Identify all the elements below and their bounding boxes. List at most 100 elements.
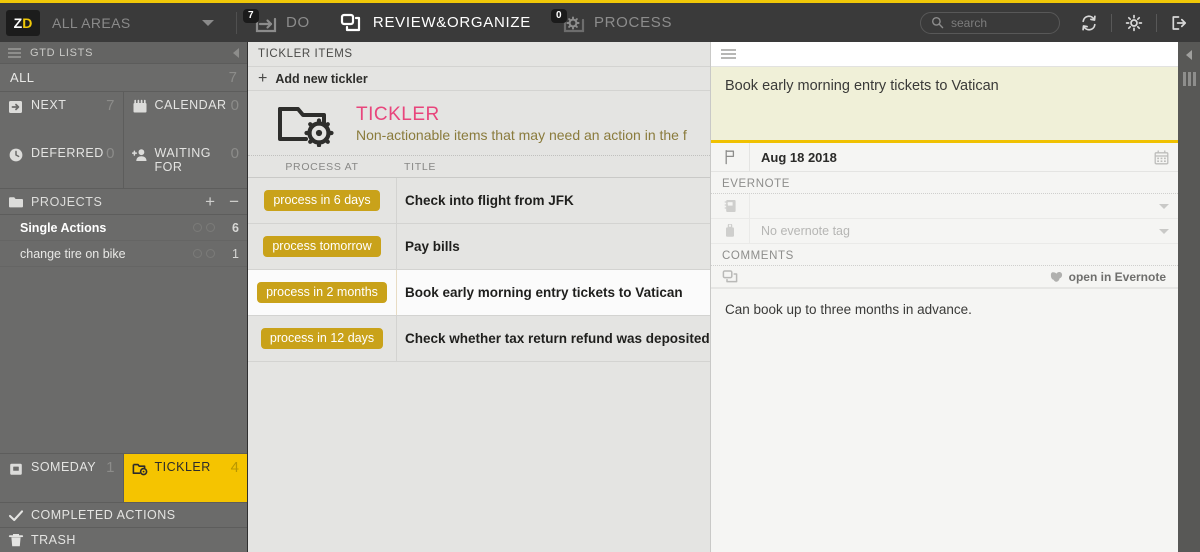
sidebar-item-calendar-count: 0	[230, 97, 239, 114]
trash-icon	[8, 533, 24, 548]
project-row-single-actions[interactable]: Single Actions 6	[0, 215, 247, 241]
table-row[interactable]: process tomorrow Pay bills	[248, 224, 710, 270]
sidebar-item-all-count: 7	[228, 69, 237, 86]
sidebar-bottom-section: SOMEDAY 1 TICKLER 4 COMPLETED ACTIONS TR…	[0, 453, 247, 552]
chevron-down-icon[interactable]	[1150, 228, 1178, 234]
chevron-down-icon[interactable]	[1150, 203, 1178, 209]
project-row-change-tire-on-bike[interactable]: change tire on bike 1	[0, 241, 247, 267]
person-plus-icon	[131, 147, 148, 163]
open-in-evernote-label: open in Evernote	[1068, 269, 1166, 284]
add-project-button[interactable]: +	[205, 193, 215, 210]
tickler-title: Check into flight from JFK	[396, 178, 710, 223]
sidebar-item-someday[interactable]: SOMEDAY 1	[0, 454, 124, 502]
main-body: GTD LISTS ALL 7 NEXT 7 CALENDAR 0 DEFERR…	[0, 42, 1200, 552]
projects-header-label: PROJECTS	[31, 194, 103, 209]
sidebar-item-completed-actions-label: COMPLETED ACTIONS	[31, 508, 176, 522]
sidebar-item-tickler-count: 4	[230, 459, 239, 476]
detail-date-row[interactable]: Aug 18 2018	[711, 143, 1178, 172]
tickler-folder-icon	[132, 461, 148, 477]
mode-tab-do-label: DO	[286, 14, 310, 31]
projects-actions: + −	[205, 193, 239, 210]
sidebar-item-deferred[interactable]: DEFERRED 0	[0, 140, 124, 188]
process-at-chip: process in 12 days	[260, 327, 384, 350]
sidebar-item-next-label: NEXT	[31, 98, 67, 112]
comments-toolbar: open in Evernote	[711, 266, 1178, 288]
sidebar-item-calendar-label: CALENDAR	[154, 98, 227, 112]
projects-header: PROJECTS + −	[0, 189, 247, 215]
copy-stack-icon	[338, 11, 364, 35]
sidebar-empty-space	[0, 267, 247, 453]
open-in-evernote-button[interactable]: open in Evernote	[1050, 270, 1178, 284]
sidebar-bottom-split: SOMEDAY 1 TICKLER 4	[0, 453, 247, 502]
chevron-left-icon[interactable]	[233, 48, 239, 58]
process-at-cell: process in 2 months	[248, 281, 396, 304]
process-count-badge: 0	[550, 8, 567, 23]
hamburger-icon[interactable]	[721, 49, 736, 59]
sidebar-item-tickler[interactable]: TICKLER 4	[123, 454, 247, 502]
topbar-actions	[1078, 12, 1190, 34]
clock-icon	[8, 147, 24, 163]
chevron-down-icon[interactable]	[202, 19, 214, 26]
divider	[1111, 13, 1112, 32]
detail-title-field[interactable]: Book early morning entry tickets to Vati…	[711, 67, 1178, 143]
search-input[interactable]: search	[920, 11, 1060, 34]
project-status-dots	[193, 249, 215, 258]
evernote-notebook-row[interactable]	[711, 194, 1178, 219]
sidebar-item-next[interactable]: NEXT 7	[0, 92, 124, 140]
add-new-tickler-label: Add new tickler	[275, 71, 368, 86]
table-row-selected[interactable]: process in 2 months Book early morning e…	[248, 270, 710, 316]
tickler-rows: process in 6 days Check into flight from…	[248, 178, 710, 552]
sidebar-item-waiting-for-count: 0	[230, 145, 239, 162]
calendar-icon	[132, 99, 148, 115]
process-at-cell: process in 6 days	[248, 189, 396, 212]
do-count-badge: 7	[243, 8, 259, 23]
mode-tab-review-organize[interactable]: REVIEW&ORGANIZE	[324, 2, 545, 44]
top-bar: ZD ALL AREAS 7 DO REVIEW&ORGANIZE 0 PROC…	[0, 0, 1200, 42]
tickler-banner-description: Non-actionable items that may need an ac…	[356, 126, 687, 143]
detail-panel: Book early morning entry tickets to Vati…	[711, 42, 1178, 552]
tickler-folder-gear-icon	[276, 99, 338, 147]
sidebar-item-trash[interactable]: TRASH	[0, 527, 247, 552]
process-at-chip: process tomorrow	[263, 235, 381, 258]
hamburger-icon[interactable]	[8, 47, 21, 58]
sidebar-item-someday-count: 1	[106, 459, 115, 476]
sidebar-item-deferred-label: DEFERRED	[31, 146, 104, 160]
mode-tab-process-label: PROCESS	[593, 14, 673, 31]
add-new-tickler-button[interactable]: + Add new tickler	[248, 67, 710, 91]
sidebar-header-title: GTD LISTS	[30, 46, 94, 59]
copy-stack-icon[interactable]	[711, 269, 749, 284]
chevron-left-icon[interactable]	[1186, 50, 1192, 60]
sync-icon[interactable]	[1078, 12, 1100, 34]
remove-project-button[interactable]: −	[229, 193, 239, 210]
table-row[interactable]: process in 6 days Check into flight from…	[248, 178, 710, 224]
divider	[1156, 13, 1157, 32]
evernote-tag-row[interactable]: No evernote tag	[711, 219, 1178, 244]
sidebar-item-waiting-for[interactable]: WAITING FOR 0	[124, 140, 248, 188]
sidebar-item-all[interactable]: ALL 7	[0, 64, 247, 92]
check-icon	[8, 508, 24, 523]
process-at-cell: process tomorrow	[248, 235, 396, 258]
plus-icon: +	[258, 69, 268, 87]
tickler-title: Book early morning entry tickets to Vati…	[396, 270, 710, 315]
sidebar-item-completed-actions[interactable]: COMPLETED ACTIONS	[0, 502, 247, 527]
sidebar-item-all-label: ALL	[10, 70, 35, 85]
application-window: ZD ALL AREAS 7 DO REVIEW&ORGANIZE 0 PROC…	[0, 0, 1200, 552]
next-arrow-icon	[8, 99, 24, 115]
mode-tab-do[interactable]: 7 DO	[237, 2, 324, 44]
evernote-elephant-icon	[1050, 270, 1063, 283]
grip-icon[interactable]	[1182, 72, 1196, 86]
mode-tab-process[interactable]: 0 PROCESS	[545, 2, 686, 44]
folder-icon	[8, 195, 24, 209]
sidebar-item-trash-label: TRASH	[31, 533, 76, 547]
process-at-chip: process in 2 months	[257, 281, 387, 304]
sidebar-item-calendar[interactable]: CALENDAR 0	[124, 92, 248, 140]
evernote-section-label: EVERNOTE	[711, 172, 1178, 194]
calendar-icon[interactable]	[1144, 149, 1178, 165]
detail-right-rail	[1178, 42, 1200, 552]
settings-gear-icon[interactable]	[1123, 12, 1145, 34]
logout-icon[interactable]	[1168, 12, 1190, 34]
detail-header	[711, 42, 1178, 67]
comment-body[interactable]: Can book up to three months in advance.	[711, 288, 1178, 552]
area-selector[interactable]: ZD ALL AREAS	[6, 7, 236, 39]
table-row[interactable]: process in 12 days Check whether tax ret…	[248, 316, 710, 362]
